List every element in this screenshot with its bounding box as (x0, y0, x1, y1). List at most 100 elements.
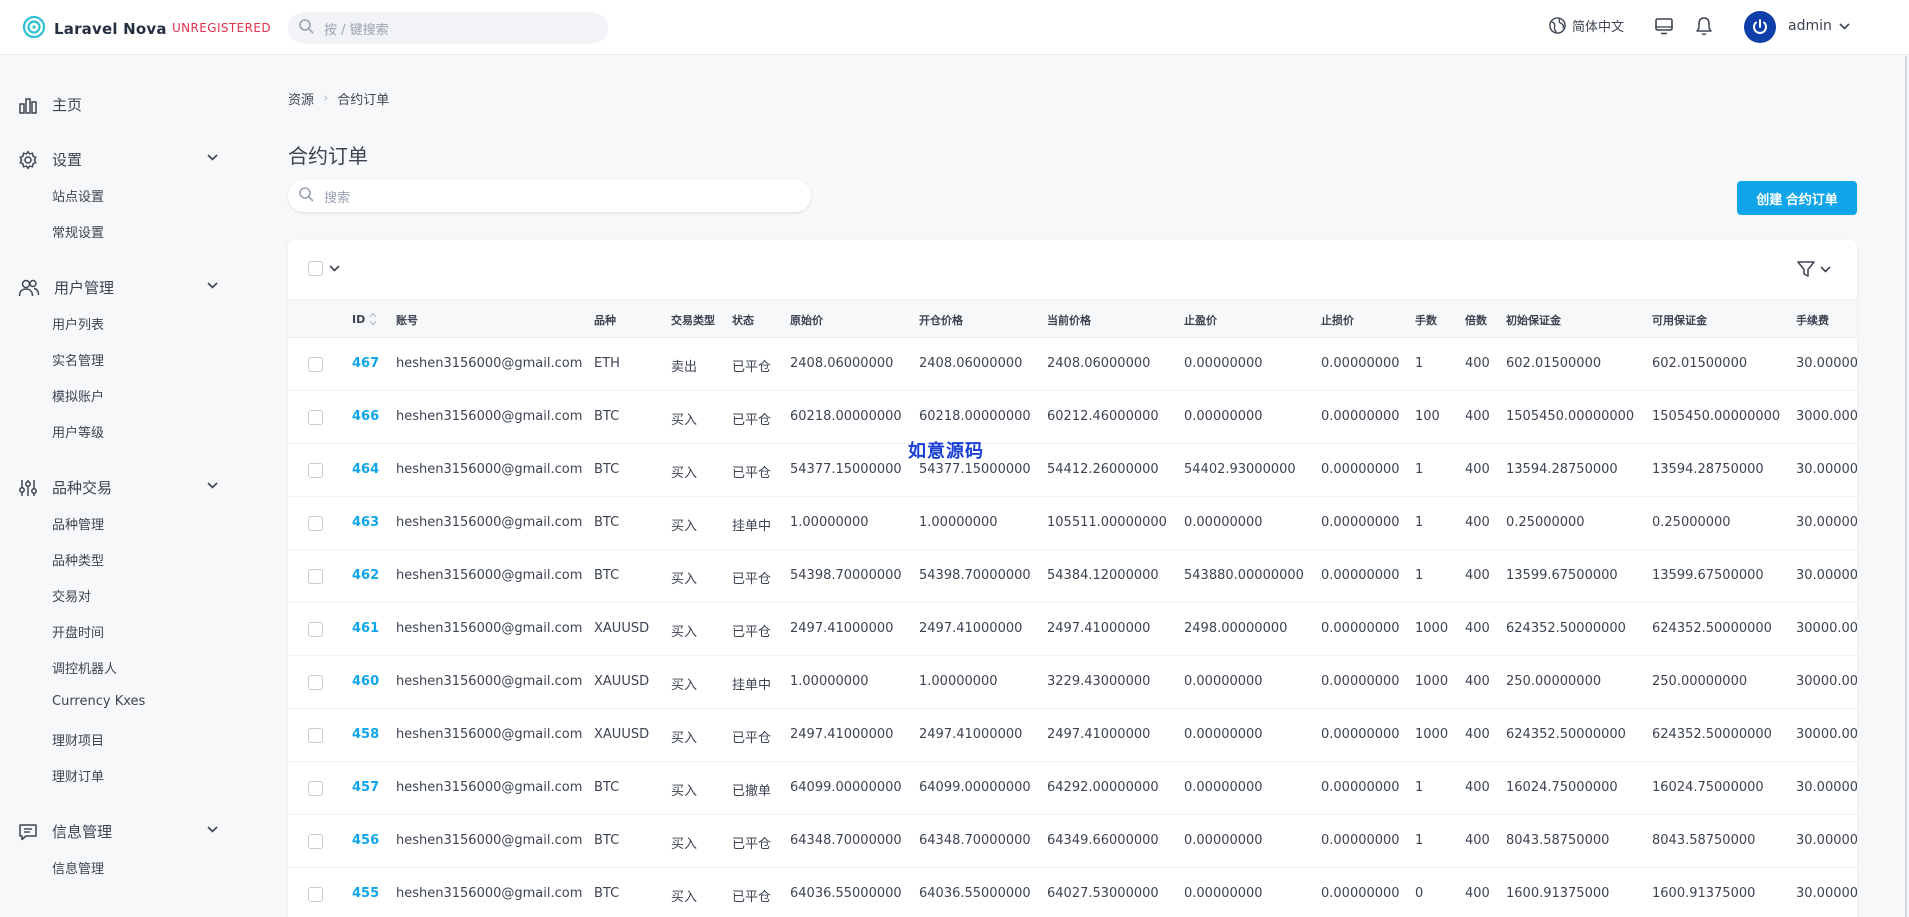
table-toolbar (288, 240, 1857, 300)
cell-account: heshen3156000@gmail.com (396, 833, 583, 848)
column-header-id[interactable]: ID (352, 312, 377, 326)
user-menu[interactable]: admin (1788, 18, 1850, 34)
table-row[interactable]: 464 heshen3156000@gmail.com BTC 买入 已平仓 54377.… (288, 444, 1857, 497)
cell-id[interactable]: 456 (352, 833, 379, 848)
table-header: ID 账号 品种 交易类型 状态 原始价 开仓价格 当前价格 止盈价 止损价 手… (288, 300, 1857, 338)
sidebar-item-wealth-projects[interactable]: 理财项目 (52, 730, 104, 749)
cell-id[interactable]: 457 (352, 780, 379, 795)
filter-dropdown[interactable] (1796, 259, 1831, 279)
sidebar-item-user-list[interactable]: 用户列表 (52, 314, 104, 333)
cell-id[interactable]: 467 (352, 356, 379, 371)
sidebar-item-trading-hours[interactable]: 开盘时间 (52, 622, 104, 641)
sidebar-section-trading[interactable]: 品种交易 (18, 477, 218, 498)
table-row[interactable]: 463 heshen3156000@gmail.com BTC 买入 挂单中 1.0000… (288, 497, 1857, 550)
sidebar-item-demo-account[interactable]: 模拟账户 (52, 386, 104, 405)
sidebar-item-home[interactable]: 主页 (18, 94, 218, 115)
table-row[interactable]: 461 heshen3156000@gmail.com XAUUSD 买入 已平仓 249… (288, 603, 1857, 656)
cell-id[interactable]: 463 (352, 515, 379, 530)
cell-id[interactable]: 458 (352, 727, 379, 742)
cell-initial-margin: 13594.28750000 (1506, 462, 1618, 477)
cell-stop-loss: 0.00000000 (1321, 674, 1400, 689)
cell-leverage: 400 (1465, 780, 1490, 795)
sidebar-item-currency-kxes[interactable]: Currency Kxes (52, 694, 145, 709)
sidebar-item-symbol-types[interactable]: 品种类型 (52, 550, 104, 569)
row-checkbox[interactable] (308, 781, 323, 796)
cell-origin-price: 54377.15000000 (790, 462, 902, 477)
row-checkbox[interactable] (308, 569, 323, 584)
brand-logo[interactable]: Laravel Nova (22, 15, 167, 43)
row-checkbox[interactable] (308, 622, 323, 637)
cell-fee: 30.00000 (1796, 356, 1857, 371)
sidebar-section-users[interactable]: 用户管理 (18, 277, 218, 298)
sidebar-section-messages[interactable]: 信息管理 (18, 821, 218, 842)
cell-available-margin: 1600.91375000 (1652, 886, 1756, 901)
sidebar-item-robots[interactable]: 调控机器人 (52, 658, 117, 677)
row-checkbox[interactable] (308, 728, 323, 743)
cell-stop-loss: 0.00000000 (1321, 833, 1400, 848)
cell-id[interactable]: 462 (352, 568, 379, 583)
bell-icon[interactable] (1695, 16, 1713, 40)
cell-symbol: BTC (594, 833, 620, 848)
breadcrumb-root[interactable]: 资源 (288, 89, 314, 108)
table-row[interactable]: 466 heshen3156000@gmail.com BTC 买入 已平仓 60218.… (288, 391, 1857, 444)
cell-current-price: 60212.46000000 (1047, 409, 1159, 424)
cell-id[interactable]: 464 (352, 462, 379, 477)
page-scrollbar[interactable] (1905, 56, 1907, 917)
cell-status: 已平仓 (732, 890, 772, 905)
sidebar-item-messages[interactable]: 信息管理 (52, 858, 104, 877)
cell-open-price: 2497.41000000 (919, 727, 1023, 742)
table-row[interactable]: 458 heshen3156000@gmail.com XAUUSD 买入 已平仓 249… (288, 709, 1857, 762)
create-order-button[interactable]: 创建 合约订单 (1737, 181, 1857, 215)
cell-open-price: 1.00000000 (919, 515, 998, 530)
table-row[interactable]: 462 heshen3156000@gmail.com BTC 买入 已平仓 54398.… (288, 550, 1857, 603)
sliders-icon (19, 479, 37, 496)
column-header-available-margin: 可用保证金 (1652, 314, 1707, 327)
row-checkbox[interactable] (308, 463, 323, 478)
cell-origin-price: 1.00000000 (790, 515, 869, 530)
cell-take-profit: 0.00000000 (1184, 833, 1263, 848)
sidebar-item-wealth-orders[interactable]: 理财订单 (52, 766, 104, 785)
power-icon (1753, 19, 1767, 34)
select-all-control[interactable] (308, 261, 340, 276)
table-row[interactable]: 460 heshen3156000@gmail.com XAUUSD 买入 挂单中 1.0… (288, 656, 1857, 709)
cell-lots: 1000 (1415, 621, 1449, 636)
column-header-lots: 手数 (1415, 314, 1437, 327)
row-checkbox[interactable] (308, 834, 323, 849)
cell-id[interactable]: 466 (352, 409, 379, 424)
cell-id[interactable]: 461 (352, 621, 379, 636)
monitor-icon[interactable] (1654, 16, 1674, 40)
sidebar-item-pairs[interactable]: 交易对 (52, 586, 91, 605)
cell-open-price: 64348.70000000 (919, 833, 1031, 848)
global-search-input[interactable]: 按 / 键搜索 (288, 12, 608, 44)
cell-id[interactable]: 460 (352, 674, 379, 689)
table-row[interactable]: 467 heshen3156000@gmail.com ETH 卖出 已平仓 2408.0… (288, 338, 1857, 391)
cell-id[interactable]: 455 (352, 886, 379, 901)
search-icon (298, 18, 314, 38)
sidebar-item-kyc[interactable]: 实名管理 (52, 350, 104, 369)
table-row[interactable]: 455 heshen3156000@gmail.com BTC 买入 已平仓 64036.… (288, 868, 1857, 917)
language-switcher[interactable]: 简体中文 (1548, 16, 1624, 35)
sidebar-item-symbols[interactable]: 品种管理 (52, 514, 104, 533)
avatar[interactable] (1744, 11, 1776, 43)
cell-stop-loss: 0.00000000 (1321, 621, 1400, 636)
cell-leverage: 400 (1465, 621, 1490, 636)
sidebar-item-user-level[interactable]: 用户等级 (52, 422, 104, 441)
cell-symbol: BTC (594, 515, 620, 530)
sidebar-item-general-settings[interactable]: 常规设置 (52, 222, 104, 241)
table-row[interactable]: 457 heshen3156000@gmail.com BTC 买入 已撤单 64099.… (288, 762, 1857, 815)
chevron-down-icon (207, 154, 218, 161)
cell-symbol: XAUUSD (594, 727, 650, 742)
row-checkbox[interactable] (308, 357, 323, 372)
cell-symbol: BTC (594, 780, 620, 795)
row-checkbox[interactable] (308, 410, 323, 425)
row-checkbox[interactable] (308, 516, 323, 531)
resource-search-input[interactable]: 搜索 (288, 180, 811, 212)
cell-take-profit: 0.00000000 (1184, 727, 1263, 742)
select-all-checkbox[interactable] (308, 261, 323, 276)
sidebar-item-site-settings[interactable]: 站点设置 (52, 186, 104, 205)
row-checkbox[interactable] (308, 675, 323, 690)
sidebar-section-settings[interactable]: 设置 (18, 149, 218, 170)
table-row[interactable]: 456 heshen3156000@gmail.com BTC 买入 已平仓 64348.… (288, 815, 1857, 868)
row-checkbox[interactable] (308, 887, 323, 902)
cell-take-profit: 0.00000000 (1184, 409, 1263, 424)
